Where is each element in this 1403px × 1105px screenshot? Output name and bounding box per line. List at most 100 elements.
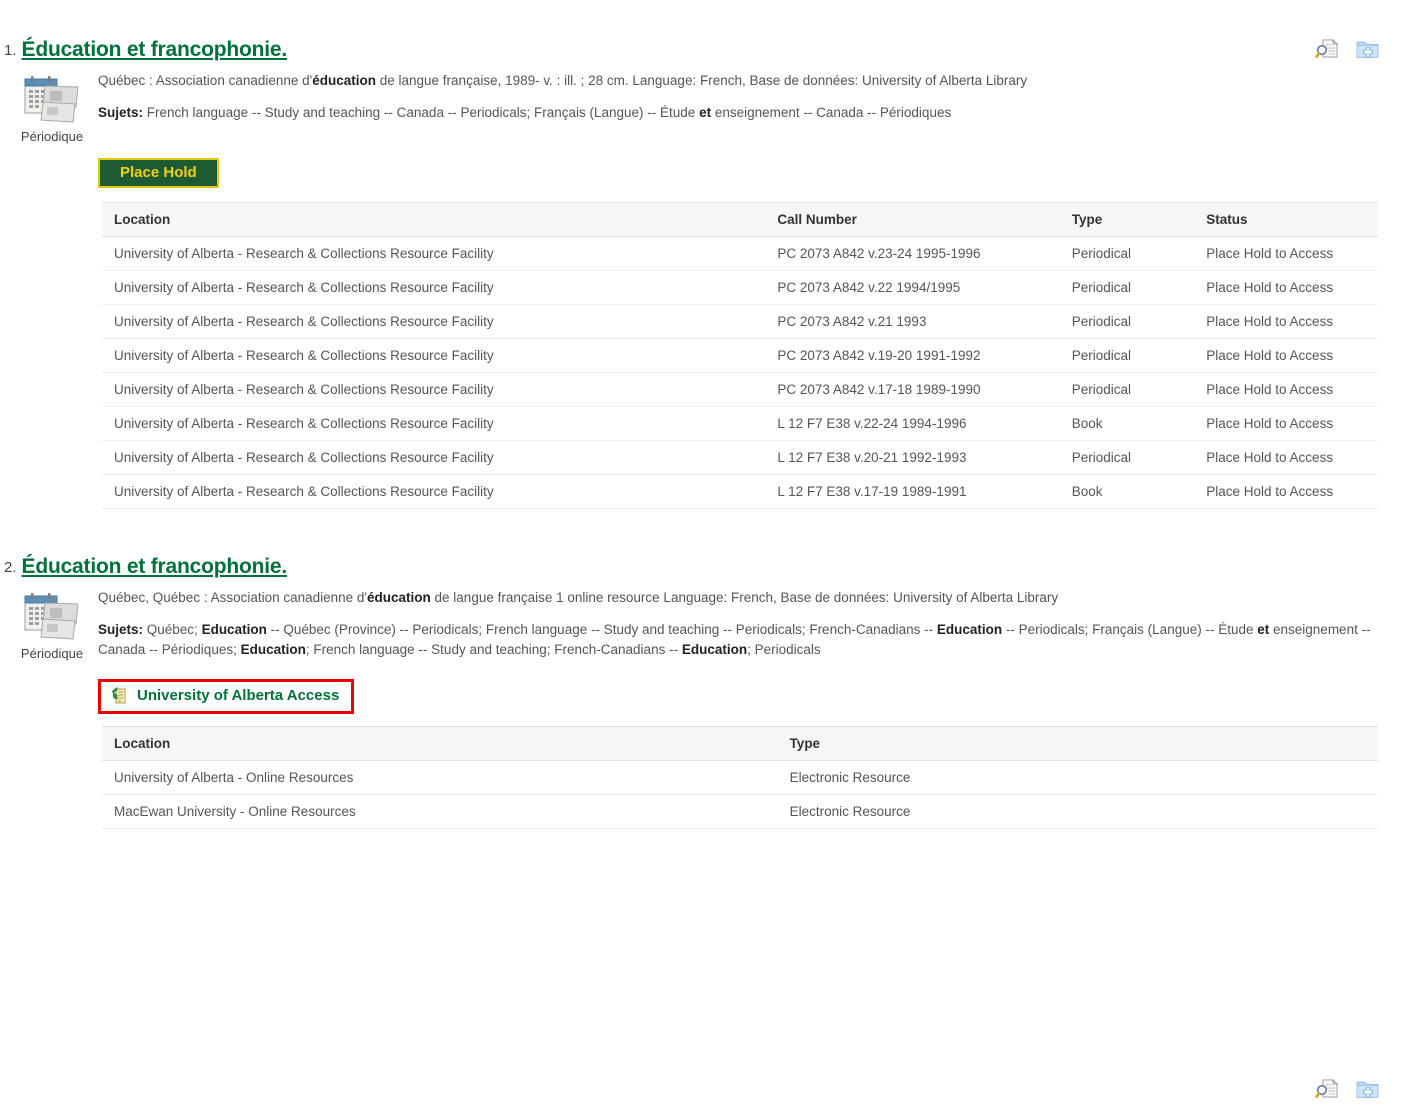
record-1-actions: Place Hold bbox=[0, 158, 1403, 188]
table-row: MacEwan University - Online Resources Ele… bbox=[102, 794, 1378, 829]
column-header-status: Status bbox=[1194, 202, 1378, 237]
record-1-body: Périodique Québec : Association canadien… bbox=[0, 70, 1403, 144]
holdings-table: Location Type University of Alberta - On… bbox=[102, 726, 1378, 829]
table-cell: PC 2073 A842 v.23-24 1995-1996 bbox=[765, 236, 1060, 271]
record-2-details: Québec, Québec : Association canadienne … bbox=[98, 587, 1403, 661]
table-cell: Book bbox=[1059, 406, 1195, 441]
table-cell: Place Hold to Access bbox=[1194, 474, 1378, 509]
metadata-suffix: de langue française, 1989- v. : ill. ; 2… bbox=[376, 73, 1028, 88]
table-cell: Periodical bbox=[1059, 304, 1195, 339]
metadata-prefix: Québec : Association canadienne d' bbox=[98, 73, 313, 88]
record-title-link[interactable]: Éducation et francophonie. bbox=[22, 555, 288, 579]
table-cell: Place Hold to Access bbox=[1194, 338, 1378, 373]
table-cell: Place Hold to Access bbox=[1194, 236, 1378, 271]
document-link-icon bbox=[111, 686, 129, 705]
table-cell: Place Hold to Access bbox=[1194, 270, 1378, 305]
table-cell: MacEwan University - Online Resources bbox=[102, 794, 778, 829]
subjects-label: Sujets: bbox=[98, 622, 144, 637]
periodical-icon bbox=[21, 591, 83, 643]
record-1-action-icons bbox=[1315, 38, 1381, 60]
table-row: University of Alberta - Research & Colle… bbox=[102, 440, 1378, 475]
red-highlight-annotation: University of Alberta Access bbox=[98, 679, 355, 714]
table-cell: PC 2073 A842 v.22 1994/1995 bbox=[765, 270, 1060, 305]
table-cell: University of Alberta - Online Resources bbox=[102, 760, 778, 795]
table-cell: Place Hold to Access bbox=[1194, 372, 1378, 407]
record-number: 2. bbox=[4, 559, 17, 576]
table-row: University of Alberta - Online Resources… bbox=[102, 760, 1378, 795]
record-2-body: Périodique Québec, Québec : Association … bbox=[0, 587, 1403, 661]
record-2-action-icons bbox=[1315, 1078, 1381, 1100]
table-row: University of Alberta - Research & Colle… bbox=[102, 372, 1378, 407]
place-hold-button[interactable]: Place Hold bbox=[98, 158, 219, 188]
preview-document-icon[interactable] bbox=[1315, 1078, 1341, 1100]
subjects-label: Sujets: bbox=[98, 105, 144, 120]
column-header-type: Type bbox=[1059, 202, 1195, 237]
table-cell: University of Alberta - Research & Colle… bbox=[102, 338, 766, 373]
table-row: University of Alberta - Research & Colle… bbox=[102, 406, 1378, 441]
subjects-value: Québec; Education -- Québec (Province) -… bbox=[98, 622, 1371, 657]
table-row: University of Alberta - Research & Colle… bbox=[102, 338, 1378, 373]
table-cell: University of Alberta - Research & Colle… bbox=[102, 440, 766, 475]
university-access-label: University of Alberta Access bbox=[137, 687, 340, 704]
table-cell: Place Hold to Access bbox=[1194, 406, 1378, 441]
table-cell: Electronic Resource bbox=[777, 794, 1378, 829]
table-cell: Electronic Resource bbox=[777, 760, 1378, 795]
holdings-table-body: University of Alberta - Research & Colle… bbox=[102, 236, 1378, 509]
preview-document-icon[interactable] bbox=[1315, 38, 1341, 60]
table-cell: PC 2073 A842 v.21 1993 bbox=[765, 304, 1060, 339]
add-to-folder-icon[interactable] bbox=[1355, 1078, 1381, 1100]
record-subjects: Sujets: Québec; Education -- Québec (Pro… bbox=[98, 620, 1393, 660]
record-subjects: Sujets: French language -- Study and tea… bbox=[98, 103, 1393, 123]
table-header-row: Location Call Number Type Status bbox=[102, 202, 1378, 237]
holdings-table: Location Call Number Type Status Univers… bbox=[102, 202, 1378, 509]
record-metadata: Québec, Québec : Association canadienne … bbox=[98, 589, 1393, 606]
column-header-location: Location bbox=[102, 202, 766, 237]
record-2-thumbnail: Périodique bbox=[6, 587, 98, 661]
table-cell: Periodical bbox=[1059, 338, 1195, 373]
table-cell: University of Alberta - Research & Colle… bbox=[102, 270, 766, 305]
record-title-link[interactable]: Éducation et francophonie. bbox=[22, 38, 288, 62]
table-row: University of Alberta - Research & Colle… bbox=[102, 474, 1378, 509]
thumbnail-label: Périodique bbox=[20, 646, 84, 661]
table-cell: L 12 F7 E38 v.22-24 1994-1996 bbox=[765, 406, 1060, 441]
university-access-link[interactable]: University of Alberta Access bbox=[103, 683, 350, 710]
record-1-thumbnail: Périodique bbox=[6, 70, 98, 144]
table-cell: Periodical bbox=[1059, 440, 1195, 475]
holdings-table-body: University of Alberta - Online Resources… bbox=[102, 760, 1378, 829]
record-metadata: Québec : Association canadienne d'éducat… bbox=[98, 72, 1393, 89]
metadata-keyword: éducation bbox=[312, 73, 376, 88]
table-cell: Place Hold to Access bbox=[1194, 440, 1378, 475]
table-cell: PC 2073 A842 v.19-20 1991-1992 bbox=[765, 338, 1060, 373]
table-cell: University of Alberta - Research & Colle… bbox=[102, 474, 766, 509]
record-2-holdings: Location Type University of Alberta - On… bbox=[0, 726, 1403, 829]
subjects-value: French language -- Study and teaching --… bbox=[143, 105, 952, 120]
table-row: University of Alberta - Research & Colle… bbox=[102, 236, 1378, 271]
metadata-prefix: Québec, Québec : Association canadienne … bbox=[98, 590, 368, 605]
column-header-type: Type bbox=[777, 726, 1378, 761]
search-results-page: 1. Éducation et francophonie. Périodique… bbox=[0, 0, 1403, 1098]
record-1-holdings: Location Call Number Type Status Univers… bbox=[0, 202, 1403, 509]
table-cell: PC 2073 A842 v.17-18 1989-1990 bbox=[765, 372, 1060, 407]
table-cell: University of Alberta - Research & Colle… bbox=[102, 406, 766, 441]
record-1-header: 1. Éducation et francophonie. bbox=[0, 38, 1403, 64]
metadata-keyword: éducation bbox=[367, 590, 431, 605]
column-header-location: Location bbox=[102, 726, 778, 761]
thumbnail-label: Périodique bbox=[20, 129, 84, 144]
record-separator bbox=[0, 509, 1403, 555]
table-cell: Periodical bbox=[1059, 236, 1195, 271]
column-header-call-number: Call Number bbox=[765, 202, 1060, 237]
record-1-details: Québec : Association canadienne d'éducat… bbox=[98, 70, 1403, 144]
table-cell: Place Hold to Access bbox=[1194, 304, 1378, 339]
record-number: 1. bbox=[4, 42, 17, 59]
record-2-header: 2. Éducation et francophonie. bbox=[0, 555, 1403, 581]
periodical-icon bbox=[21, 74, 83, 126]
result-record-1: 1. Éducation et francophonie. Périodique… bbox=[0, 0, 1403, 509]
table-cell: Periodical bbox=[1059, 270, 1195, 305]
table-cell: Book bbox=[1059, 474, 1195, 509]
record-title-period: . bbox=[281, 38, 288, 61]
table-row: University of Alberta - Research & Colle… bbox=[102, 270, 1378, 305]
add-to-folder-icon[interactable] bbox=[1355, 38, 1381, 60]
table-cell: University of Alberta - Research & Colle… bbox=[102, 304, 766, 339]
table-cell: Periodical bbox=[1059, 372, 1195, 407]
record-title-text: Éducation et francophonie bbox=[21, 38, 282, 61]
